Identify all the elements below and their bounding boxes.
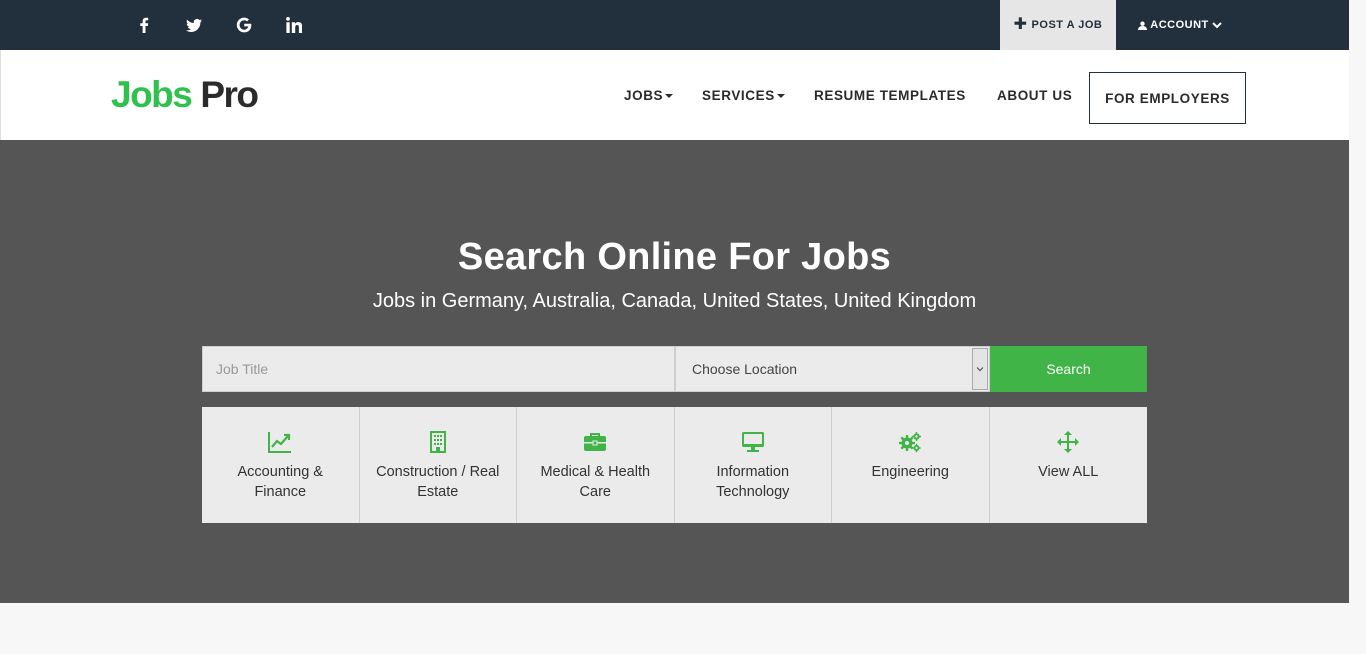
job-title-input[interactable] [202, 346, 675, 392]
category-label: Information Technology [716, 464, 790, 500]
twitter-icon[interactable] [179, 0, 209, 50]
nav-item-services[interactable]: SERVICES [702, 88, 785, 103]
category-medical-health-care[interactable]: Medical & Health Care [517, 407, 675, 523]
category-grid: Accounting & Finance Construction / Real… [202, 407, 1147, 523]
nav-item-resume-templates[interactable]: RESUME TEMPLATES [814, 88, 966, 103]
location-value: Choose Location [692, 361, 798, 377]
logo[interactable]: Jobs Pro [111, 74, 259, 116]
google-icon[interactable] [229, 0, 259, 50]
hero-title: Search Online For Jobs [457, 236, 892, 278]
chevron-down-icon [972, 348, 988, 390]
category-label: Engineering [871, 464, 949, 480]
main-nav: Jobs Pro JOBS SERVICES RESUME TEMPLATES A… [0, 50, 1349, 140]
facebook-icon[interactable] [129, 0, 159, 50]
linkedin-icon[interactable] [279, 0, 309, 50]
category-construction-real-estate[interactable]: Construction / Real Estate [359, 407, 517, 523]
category-accounting-finance[interactable]: Accounting & Finance [202, 407, 360, 523]
logo-jobs: Jobs [111, 74, 193, 115]
post-a-job-label: POST A JOB [1031, 19, 1103, 31]
nav-jobs-label: JOBS [624, 88, 664, 103]
chart-line-icon [202, 431, 359, 453]
nav-item-jobs[interactable]: JOBS [624, 88, 674, 103]
caret-down-icon [776, 94, 785, 99]
account-label: ACCOUNT [1150, 19, 1209, 31]
nav-item-about-us[interactable]: ABOUT US [997, 88, 1072, 103]
caret-down-icon [665, 94, 674, 99]
category-engineering[interactable]: Engineering [832, 407, 990, 523]
category-label: Medical & Health Care [540, 464, 651, 500]
account-menu[interactable]: ACCOUNT [1120, 0, 1240, 50]
category-label: Construction / Real Estate [376, 464, 500, 500]
monitor-icon [675, 431, 832, 453]
location-select[interactable]: Choose Location [675, 346, 990, 392]
category-information-technology[interactable]: Information Technology [674, 407, 832, 523]
top-bar: ✚ POST A JOB ACCOUNT [0, 0, 1349, 50]
category-label: View ALL [1038, 464, 1099, 480]
hero-section: Search Online For Jobs Jobs in Germany, … [0, 140, 1349, 603]
logo-pro: Pro [200, 74, 259, 115]
chevron-down-icon [1212, 22, 1222, 29]
for-employers-button[interactable]: FOR EMPLOYERS [1089, 72, 1246, 124]
plus-icon: ✚ [1013, 16, 1028, 33]
category-label: Accounting & Finance [237, 464, 323, 500]
nav-services-label: SERVICES [702, 88, 775, 103]
building-icon [360, 431, 517, 453]
category-view-all[interactable]: View ALL [989, 407, 1148, 523]
user-icon [1138, 21, 1148, 30]
search-button[interactable]: Search [990, 346, 1147, 392]
post-a-job-button[interactable]: ✚ POST A JOB [1000, 0, 1116, 50]
gears-icon [832, 431, 989, 453]
arrows-move-icon [990, 431, 1148, 453]
hero-subtitle: Jobs in Germany, Australia, Canada, Unit… [372, 290, 977, 312]
briefcase-icon [517, 431, 674, 453]
